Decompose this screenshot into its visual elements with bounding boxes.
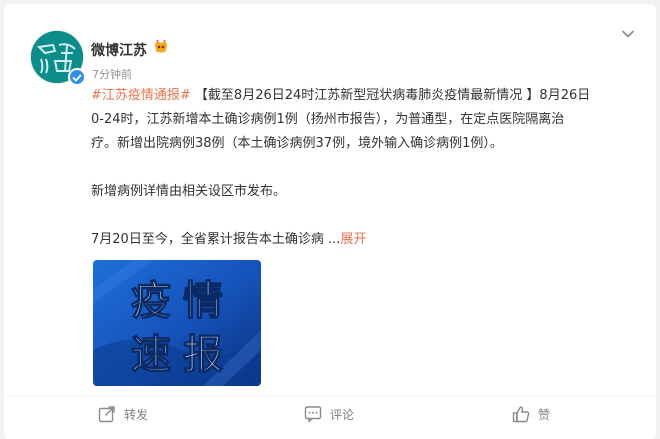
repost-button[interactable]: 转发 (98, 402, 148, 426)
comment-button[interactable]: 评论 (304, 402, 354, 426)
post-text-truncated: 7月20日至今，全省累计报告本土确诊病 ... (91, 232, 341, 247)
username-link[interactable]: 微博江苏 (91, 40, 147, 60)
like-label: 赞 (538, 407, 551, 422)
post-text-line1: 【截至8月26日24时江苏新型冠状病毒肺炎疫情最新情况 】8月26日 (190, 88, 591, 103)
divider (4, 396, 656, 397)
image-char: 疫 (131, 278, 171, 324)
comment-icon (304, 405, 322, 423)
post-timestamp: 7分钟前 (92, 68, 132, 81)
repost-label: 转发 (124, 407, 149, 422)
user-tag-icon (153, 39, 169, 55)
avatar[interactable] (30, 30, 86, 86)
like-button[interactable]: 赞 (512, 402, 550, 426)
comment-label: 评论 (330, 407, 355, 422)
image-char: 情 (183, 278, 223, 324)
share-icon (98, 405, 116, 423)
expand-link[interactable]: 展开 (340, 232, 366, 247)
post-paragraph-3: 7月20日至今，全省累计报告本土确诊病 ...展开 (91, 228, 631, 252)
post-text-line3: 疗。新增出院病例38例（本土确诊病例37例，境外输入确诊病例1例）。 (91, 136, 503, 151)
post-paragraph-2: 新增病例详情由相关设区市发布。 (91, 184, 287, 199)
post-paragraph-1: #江苏疫情通报# 【截至8月26日24时江苏新型冠状病毒肺炎疫情最新情况 】8月… (91, 84, 631, 108)
hashtag-link[interactable]: #江苏疫情通报# (91, 88, 191, 103)
post-text: #江苏疫情通报# 【截至8月26日24时江苏新型冠状病毒肺炎疫情最新情况 】8月… (91, 84, 631, 252)
post-text-line2: 0-24时，江苏新增本土确诊病例1例（扬州市报告），为普通型，在定点医院隔离治 (91, 112, 565, 127)
chevron-down-icon[interactable] (620, 26, 636, 42)
post-image[interactable]: 疫 情 速 报 (93, 260, 261, 386)
weibo-post-card: 微博江苏 7分钟前 #江苏疫情通报# 【截至8月26日24时江苏新型冠状病毒肺炎… (4, 4, 656, 439)
image-char: 速 (131, 332, 171, 378)
thumbs-up-icon (512, 405, 530, 423)
image-char: 报 (183, 332, 223, 378)
verified-badge-icon (68, 68, 86, 86)
